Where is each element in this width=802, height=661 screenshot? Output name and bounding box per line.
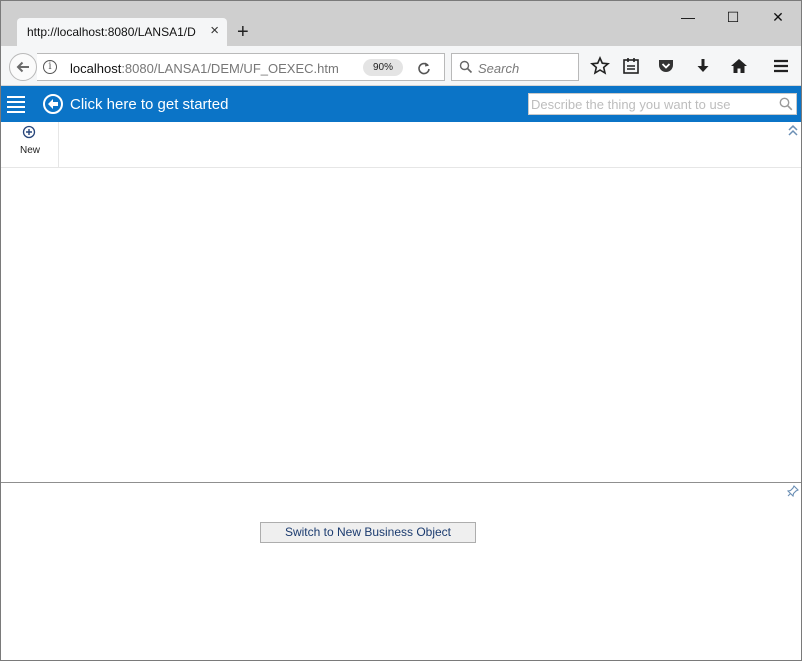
- reload-icon[interactable]: [417, 61, 431, 75]
- main-work-area: [1, 168, 801, 482]
- back-button[interactable]: [9, 53, 37, 81]
- download-icon[interactable]: [693, 56, 713, 76]
- browser-tab[interactable]: http://localhost:8080/LANSA1/D ×: [17, 18, 227, 47]
- url-host: localhost: [70, 61, 122, 76]
- describe-search-input[interactable]: Describe the thing you want to use: [528, 93, 797, 115]
- reading-list-icon[interactable]: [621, 56, 641, 76]
- search-placeholder: Search: [478, 61, 520, 76]
- tab-title: http://localhost:8080/LANSA1/D: [27, 25, 196, 39]
- app-menu-icon[interactable]: [7, 96, 25, 113]
- bookmark-star-icon[interactable]: [590, 56, 610, 76]
- lower-panel: Switch to New Business Object: [1, 482, 801, 660]
- command-bar: New: [1, 122, 801, 168]
- close-window-button[interactable]: ✕: [755, 7, 801, 27]
- pocket-icon[interactable]: [656, 56, 676, 76]
- collapse-chevron-icon[interactable]: [787, 124, 799, 138]
- get-started-link[interactable]: Click here to get started: [70, 96, 228, 113]
- left-arrow-icon: [48, 99, 58, 109]
- zoom-indicator[interactable]: 90%: [363, 59, 403, 76]
- tab-close-icon[interactable]: ×: [210, 23, 219, 39]
- info-icon[interactable]: i: [43, 60, 57, 74]
- pin-icon[interactable]: [787, 485, 799, 497]
- app-header: Click here to get started Describe the t…: [1, 86, 801, 122]
- search-icon: [459, 60, 473, 74]
- search-icon[interactable]: [779, 97, 793, 111]
- url-text[interactable]: localhost:8080/LANSA1/DEM/UF_OEXEC.htm: [70, 61, 340, 76]
- describe-placeholder: Describe the thing you want to use: [531, 97, 731, 112]
- search-input[interactable]: Search: [451, 53, 579, 81]
- minimize-button[interactable]: —: [665, 7, 711, 27]
- back-circle-icon[interactable]: [43, 94, 63, 114]
- maximize-button[interactable]: ☐: [710, 7, 756, 27]
- navigation-toolbar: i localhost:8080/LANSA1/DEM/UF_OEXEC.htm…: [1, 46, 801, 86]
- new-tab-button[interactable]: +: [237, 21, 249, 43]
- home-icon[interactable]: [729, 56, 749, 76]
- back-arrow-icon: [16, 61, 29, 73]
- new-command-button[interactable]: New: [1, 122, 59, 167]
- address-bar[interactable]: i localhost:8080/LANSA1/DEM/UF_OEXEC.htm…: [37, 53, 445, 81]
- hamburger-menu-icon[interactable]: [771, 56, 791, 76]
- plus-circle-icon: [22, 125, 36, 139]
- new-command-label: New: [19, 145, 40, 156]
- browser-window: http://localhost:8080/LANSA1/D × + — ☐ ✕…: [0, 0, 802, 661]
- switch-business-object-button[interactable]: Switch to New Business Object: [260, 522, 476, 543]
- tab-strip: http://localhost:8080/LANSA1/D × + — ☐ ✕: [1, 1, 801, 47]
- url-path: :8080/LANSA1/DEM/UF_OEXEC.htm: [121, 61, 339, 76]
